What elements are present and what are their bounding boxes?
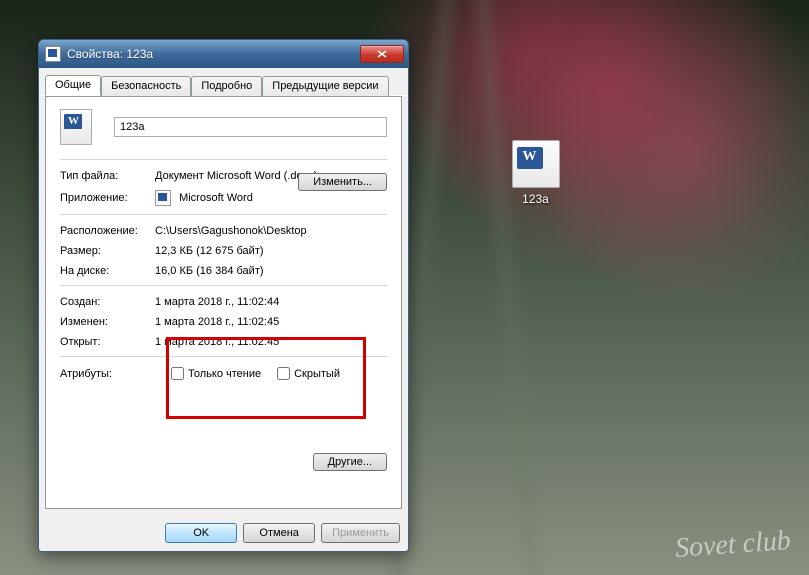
divider bbox=[60, 356, 387, 357]
row-attributes: Атрибуты: Только чтение Скрытый bbox=[60, 367, 387, 380]
row-created: Создан: 1 марта 2018 г., 11:02:44 bbox=[60, 296, 387, 308]
value-location: C:\Users\Gagushonok\Desktop bbox=[155, 225, 387, 237]
filename-input[interactable] bbox=[114, 117, 387, 137]
checkbox-hidden[interactable] bbox=[277, 367, 290, 380]
word-document-icon bbox=[512, 140, 560, 188]
apply-button[interactable]: Применить bbox=[321, 523, 400, 543]
change-button[interactable]: Изменить... bbox=[298, 173, 387, 191]
value-created: 1 марта 2018 г., 11:02:44 bbox=[155, 296, 387, 308]
other-attributes-button[interactable]: Другие... bbox=[313, 453, 387, 471]
divider bbox=[60, 214, 387, 215]
close-button[interactable] bbox=[360, 45, 404, 63]
divider bbox=[60, 159, 387, 160]
label-modified: Изменен: bbox=[60, 316, 155, 328]
tabstrip: Общие Безопасность Подробно Предыдущие в… bbox=[39, 68, 408, 96]
ok-button[interactable]: OK bbox=[165, 523, 237, 543]
value-application: Microsoft Word bbox=[155, 190, 387, 206]
close-icon bbox=[377, 50, 387, 58]
dialog-button-bar: OK Отмена Применить bbox=[39, 515, 408, 551]
desktop-file-icon[interactable]: 123а bbox=[498, 140, 573, 206]
tab-security[interactable]: Безопасность bbox=[101, 76, 191, 97]
tab-previous-versions[interactable]: Предыдущие версии bbox=[262, 76, 388, 97]
desktop-file-label: 123а bbox=[498, 192, 573, 206]
application-name: Microsoft Word bbox=[179, 192, 253, 204]
value-accessed: 1 марта 2018 г., 11:02:45 bbox=[155, 336, 387, 348]
properties-dialog: Свойства: 123а Общие Безопасность Подроб… bbox=[38, 39, 409, 552]
label-accessed: Открыт: bbox=[60, 336, 155, 348]
titlebar[interactable]: Свойства: 123а bbox=[39, 40, 408, 68]
tab-general[interactable]: Общие bbox=[45, 75, 101, 96]
row-location: Расположение: C:\Users\Gagushonok\Deskto… bbox=[60, 225, 387, 237]
checkbox-readonly[interactable] bbox=[171, 367, 184, 380]
value-modified: 1 марта 2018 г., 11:02:45 bbox=[155, 316, 387, 328]
word-icon bbox=[155, 190, 171, 206]
value-size: 12,3 КБ (12 675 байт) bbox=[155, 245, 387, 257]
label-hidden: Скрытый bbox=[294, 368, 340, 380]
cancel-button[interactable]: Отмена bbox=[243, 523, 315, 543]
row-modified: Изменен: 1 марта 2018 г., 11:02:45 bbox=[60, 316, 387, 328]
row-size-on-disk: На диске: 16,0 КБ (16 384 байт) bbox=[60, 265, 387, 277]
checkbox-readonly-wrap: Только чтение bbox=[171, 367, 261, 380]
label-size: Размер: bbox=[60, 245, 155, 257]
tab-content-general: Тип файла: Документ Microsoft Word (.doc… bbox=[45, 96, 402, 509]
word-icon bbox=[45, 46, 61, 62]
checkbox-hidden-wrap: Скрытый bbox=[277, 367, 340, 380]
label-size-on-disk: На диске: bbox=[60, 265, 155, 277]
value-size-on-disk: 16,0 КБ (16 384 байт) bbox=[155, 265, 387, 277]
tab-details[interactable]: Подробно bbox=[191, 76, 262, 97]
file-header bbox=[60, 109, 387, 145]
window-title: Свойства: 123а bbox=[67, 47, 360, 61]
row-accessed: Открыт: 1 марта 2018 г., 11:02:45 bbox=[60, 336, 387, 348]
word-document-icon bbox=[60, 109, 92, 145]
row-size: Размер: 12,3 КБ (12 675 байт) bbox=[60, 245, 387, 257]
label-readonly: Только чтение bbox=[188, 368, 261, 380]
label-filetype: Тип файла: bbox=[60, 170, 155, 182]
label-location: Расположение: bbox=[60, 225, 155, 237]
row-application: Приложение: Microsoft Word bbox=[60, 190, 387, 206]
label-attributes: Атрибуты: bbox=[60, 368, 155, 380]
divider bbox=[60, 285, 387, 286]
label-application: Приложение: bbox=[60, 192, 155, 204]
label-created: Создан: bbox=[60, 296, 155, 308]
